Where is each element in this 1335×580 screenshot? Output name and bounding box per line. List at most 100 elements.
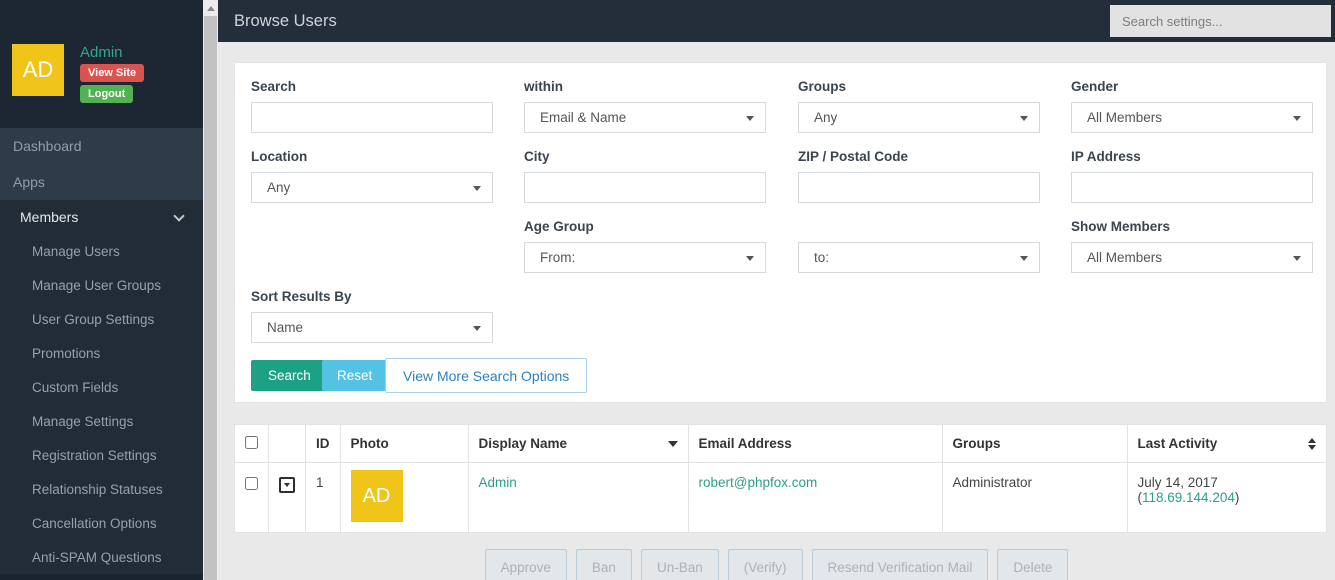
sidebar-item-custom-fields[interactable]: Custom Fields xyxy=(0,371,203,405)
display-name-link[interactable]: Admin xyxy=(479,475,517,490)
id-header: ID xyxy=(305,424,341,463)
ip-address-input[interactable] xyxy=(1071,172,1313,203)
ban-button[interactable]: Ban xyxy=(575,549,632,580)
sort-desc-icon xyxy=(667,440,678,447)
dropdown-arrow-icon xyxy=(1293,116,1301,121)
age-to-select-value: to: xyxy=(814,250,830,265)
age-to-select[interactable]: to: xyxy=(798,242,1040,273)
search-button[interactable]: Search xyxy=(251,360,328,391)
admin-username: Admin xyxy=(80,44,123,61)
sidebar-item-user-group-settings[interactable]: User Group Settings xyxy=(0,303,203,337)
gender-select[interactable]: All Members xyxy=(1071,102,1313,133)
up-arrow-icon xyxy=(206,5,215,11)
row-expander-button[interactable] xyxy=(279,477,295,493)
expander-header xyxy=(268,424,306,463)
settings-search-input[interactable] xyxy=(1110,5,1331,37)
sort-results-select[interactable]: Name xyxy=(251,312,493,343)
sidebar-item-members[interactable]: Members xyxy=(0,200,203,235)
row-checkbox[interactable] xyxy=(245,477,258,490)
age-from-select[interactable]: From: xyxy=(524,242,766,273)
vertical-scrollbar[interactable] xyxy=(203,0,218,580)
approve-button[interactable]: Approve xyxy=(484,549,567,580)
dropdown-arrow-icon xyxy=(1020,116,1028,121)
sidebar-item-promotions[interactable]: Promotions xyxy=(0,337,203,371)
age-from-select-value: From: xyxy=(540,250,576,265)
within-select-value: Email & Name xyxy=(540,110,627,125)
sidebar-members-section: Members Manage Users Manage User Groups … xyxy=(0,200,203,575)
view-site-button[interactable]: View Site xyxy=(80,64,145,82)
groups-select-value: Any xyxy=(814,110,838,125)
dropdown-arrow-icon xyxy=(746,256,754,261)
age-group-label: Age Group xyxy=(524,219,594,234)
display-name-cell: Admin xyxy=(467,462,689,533)
groups-select[interactable]: Any xyxy=(798,102,1040,133)
page-title: Browse Users xyxy=(234,12,337,30)
scrollbar-thumb[interactable] xyxy=(204,16,217,580)
groups-cell: Administrator xyxy=(941,462,1128,533)
scrollbar-up-arrow[interactable] xyxy=(203,0,218,16)
select-all-checkbox[interactable] xyxy=(245,435,258,449)
resend-verification-mail-button[interactable]: Resend Verification Mail xyxy=(811,549,989,580)
table-row: 1 AD Admin robert@phpfox.com Administrat… xyxy=(234,462,1327,533)
within-select[interactable]: Email & Name xyxy=(524,102,766,133)
sidebar-item-manage-user-groups[interactable]: Manage User Groups xyxy=(0,269,203,303)
zip-input[interactable] xyxy=(798,172,1040,203)
city-label: City xyxy=(524,149,550,164)
groups-label: Groups xyxy=(798,79,847,94)
reset-button[interactable]: Reset xyxy=(322,360,388,391)
logout-button[interactable]: Logout xyxy=(80,85,134,103)
last-activity-ip-wrap: (118.69.144.204) xyxy=(1138,490,1317,505)
sort-results-select-value: Name xyxy=(267,320,304,335)
search-label: Search xyxy=(251,79,297,94)
email-cell: robert@phpfox.com xyxy=(687,462,943,533)
show-members-select-value: All Members xyxy=(1087,250,1163,265)
sidebar-item-relationship-statuses[interactable]: Relationship Statuses xyxy=(0,473,203,507)
email-header: Email Address xyxy=(687,424,943,463)
page-header: Browse Users xyxy=(218,0,1335,42)
members-label: Members xyxy=(20,209,79,225)
user-avatar[interactable]: AD xyxy=(350,470,403,522)
sidebar-item-cancellation-options[interactable]: Cancellation Options xyxy=(0,507,203,541)
location-select[interactable]: Any xyxy=(251,172,493,203)
search-input[interactable] xyxy=(251,102,493,133)
display-name-header[interactable]: Display Name xyxy=(467,424,689,463)
photo-header: Photo xyxy=(339,424,469,463)
gender-label: Gender xyxy=(1071,79,1119,94)
last-activity-cell: July 14, 2017 (118.69.144.204) xyxy=(1126,462,1327,533)
sidebar: AD Admin View Site Logout Dashboard Apps… xyxy=(0,0,203,580)
caret-down-icon xyxy=(284,483,290,487)
location-label: Location xyxy=(251,149,308,164)
user-id-cell: 1 xyxy=(305,462,341,533)
table-header-row: ID Photo Display Name Email Address Grou… xyxy=(234,424,1327,463)
show-members-label: Show Members xyxy=(1071,219,1171,234)
sidebar-item-manage-settings[interactable]: Manage Settings xyxy=(0,405,203,439)
admin-avatar: AD xyxy=(12,44,64,96)
sidebar-profile: AD Admin View Site Logout xyxy=(0,0,203,128)
sidebar-main-menu: Dashboard Apps xyxy=(0,128,203,200)
view-more-search-options-button[interactable]: View More Search Options xyxy=(385,358,588,393)
dropdown-arrow-icon xyxy=(1020,256,1028,261)
sidebar-item-anti-spam-questions[interactable]: Anti-SPAM Questions xyxy=(0,541,203,575)
show-members-select[interactable]: All Members xyxy=(1071,242,1313,273)
ip-address-link[interactable]: 118.69.144.204 xyxy=(1142,490,1235,505)
sidebar-item-registration-settings[interactable]: Registration Settings xyxy=(0,439,203,473)
last-activity-header[interactable]: Last Activity xyxy=(1126,424,1327,463)
city-input[interactable] xyxy=(524,172,766,203)
un-ban-button[interactable]: Un-Ban xyxy=(640,549,719,580)
zip-label: ZIP / Postal Code xyxy=(798,149,909,164)
verify-button[interactable]: (Verify) xyxy=(727,549,803,580)
email-link[interactable]: robert@phpfox.com xyxy=(699,475,818,490)
user-photo-cell: AD xyxy=(339,462,469,533)
paren-close: ) xyxy=(1234,490,1240,505)
last-activity-date: July 14, 2017 xyxy=(1137,475,1218,490)
delete-button[interactable]: Delete xyxy=(997,549,1069,580)
gender-select-value: All Members xyxy=(1087,110,1163,125)
dropdown-arrow-icon xyxy=(1293,256,1301,261)
sidebar-item-manage-users[interactable]: Manage Users xyxy=(0,235,203,269)
chevron-down-icon xyxy=(173,210,185,222)
location-select-value: Any xyxy=(267,180,291,195)
dropdown-arrow-icon xyxy=(473,326,481,331)
sidebar-item-apps[interactable]: Apps xyxy=(0,164,203,200)
sidebar-item-dashboard[interactable]: Dashboard xyxy=(0,128,203,164)
dropdown-arrow-icon xyxy=(746,116,754,121)
